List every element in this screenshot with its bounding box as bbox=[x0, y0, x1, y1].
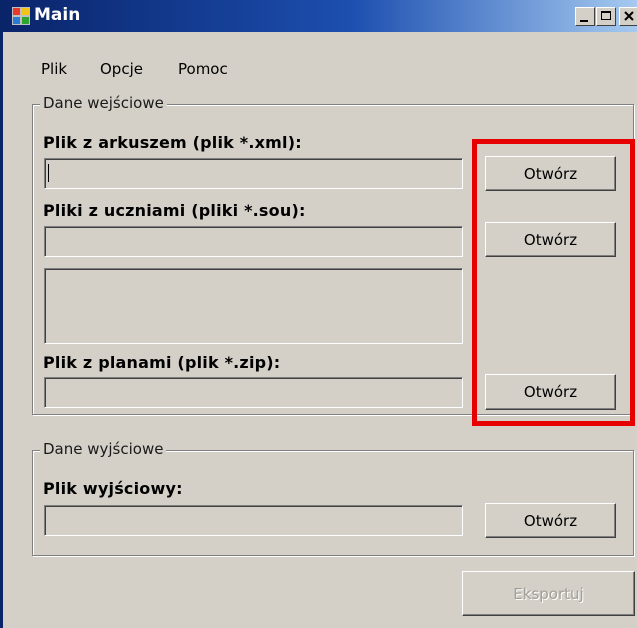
highlight-rectangle bbox=[472, 139, 635, 426]
sheet-file-label: Plik z arkuszem (plik *.xml): bbox=[43, 133, 302, 152]
open-output-button[interactable]: Otwórz bbox=[485, 503, 616, 538]
export-button[interactable]: Eksportuj bbox=[462, 571, 635, 616]
menu-plik[interactable]: Plik bbox=[41, 60, 67, 78]
app-icon bbox=[12, 7, 30, 25]
menu-bar bbox=[3, 32, 637, 72]
students-files-list[interactable] bbox=[44, 268, 463, 344]
maximize-button[interactable] bbox=[596, 7, 616, 26]
title-bar[interactable]: Main bbox=[3, 0, 637, 32]
plans-file-label: Plik z planami (plik *.zip): bbox=[43, 353, 281, 372]
minimize-icon bbox=[580, 20, 588, 22]
output-file-input[interactable] bbox=[44, 505, 463, 536]
menu-pomoc[interactable]: Pomoc bbox=[178, 60, 228, 78]
menu-opcje[interactable]: Opcje bbox=[100, 60, 143, 78]
students-files-label: Pliki z uczniami (pliki *.sou): bbox=[43, 201, 306, 220]
plans-file-input[interactable] bbox=[44, 377, 463, 408]
text-caret bbox=[48, 164, 49, 182]
close-icon bbox=[624, 11, 634, 21]
output-file-label: Plik wyjściowy: bbox=[43, 479, 183, 498]
input-group-legend: Dane wejściowe bbox=[40, 94, 167, 112]
sheet-file-input[interactable] bbox=[44, 158, 463, 189]
output-group-legend: Dane wyjściowe bbox=[40, 440, 167, 458]
maximize-icon bbox=[601, 11, 611, 20]
window-title: Main bbox=[34, 5, 81, 25]
students-files-input[interactable] bbox=[44, 226, 463, 257]
close-button[interactable] bbox=[619, 7, 637, 26]
main-window: Main Plik Opcje Pomoc Dane wejściowe Pli… bbox=[0, 0, 637, 628]
minimize-button[interactable] bbox=[575, 7, 595, 26]
